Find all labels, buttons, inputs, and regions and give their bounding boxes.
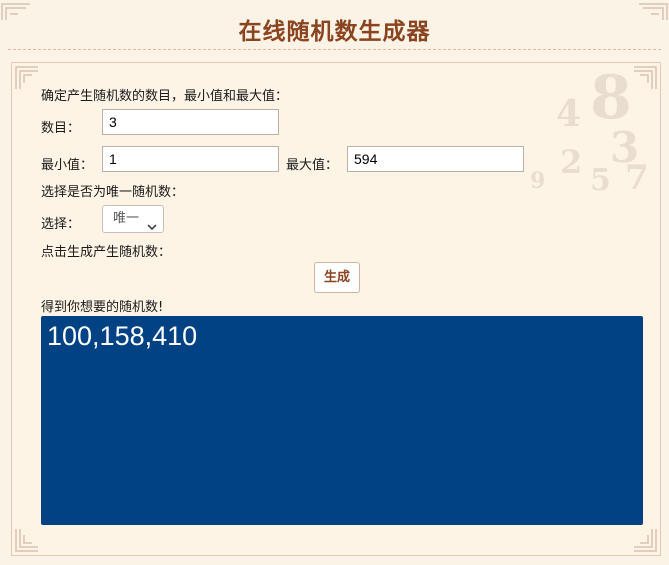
corner-ornament-icon bbox=[14, 527, 40, 553]
min-label: 最小值： bbox=[41, 158, 94, 173]
corner-ornament-icon bbox=[632, 65, 658, 91]
instruction-text: 确定产生随机数的数目，最小值和最大值： bbox=[41, 89, 289, 104]
choice-label: 选择： bbox=[41, 217, 81, 232]
result-value: 100,158,410 bbox=[47, 321, 198, 351]
generate-button[interactable]: 生成 bbox=[314, 262, 360, 293]
corner-ornament-icon bbox=[14, 65, 40, 91]
unique-prompt: 选择是否为唯一随机数： bbox=[41, 185, 185, 200]
header-divider bbox=[8, 49, 661, 50]
page-title: 在线随机数生成器 bbox=[238, 19, 431, 45]
result-display: 100,158,410 bbox=[41, 316, 643, 525]
generate-prompt: 点击生成产生随机数： bbox=[41, 245, 172, 260]
count-input[interactable] bbox=[102, 109, 279, 135]
min-input[interactable] bbox=[102, 146, 279, 172]
count-label: 数目： bbox=[41, 121, 81, 136]
max-input[interactable] bbox=[347, 146, 524, 172]
page-header: 在线随机数生成器 bbox=[0, 0, 669, 52]
generator-panel: 8 4 3 2 5 7 9 确定产生随机数的数目，最小值和最大值： 数目： 最小… bbox=[11, 62, 661, 556]
result-prompt: 得到你想要的随机数! bbox=[41, 300, 164, 315]
max-label: 最大值： bbox=[286, 158, 339, 173]
unique-select[interactable]: 唯一 bbox=[102, 205, 164, 233]
corner-ornament-icon bbox=[632, 527, 658, 553]
chevron-down-icon bbox=[147, 215, 157, 231]
unique-select-value: 唯一 bbox=[113, 211, 140, 226]
